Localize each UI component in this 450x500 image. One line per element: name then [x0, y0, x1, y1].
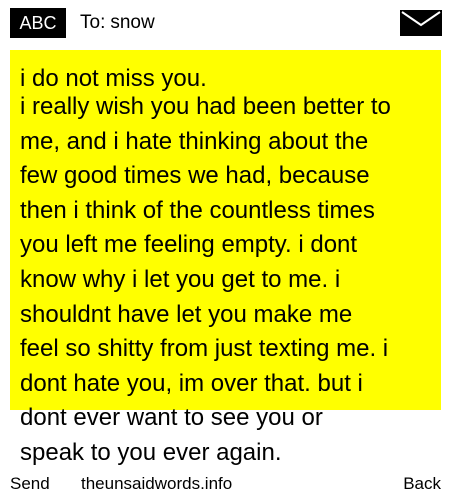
to-label: To: — [80, 12, 106, 33]
message-line: feel so shitty from just texting me. i — [20, 335, 389, 363]
message-line: me, and i hate thinking about the — [20, 127, 369, 155]
input-mode-badge[interactable]: ABC — [10, 8, 66, 38]
envelope-icon — [400, 10, 442, 36]
message-line: dont hate you, im over that. but i — [20, 369, 363, 397]
message-line: shouldnt have let you make me — [20, 300, 353, 328]
recipient-name: snow — [110, 12, 155, 33]
back-button[interactable]: Back — [403, 470, 441, 498]
send-button[interactable]: Send — [10, 470, 50, 498]
recipient-line: To: snow — [80, 9, 155, 37]
softkey-bar: Send theunsaidwords.info Back — [0, 470, 450, 498]
message-line: dont ever want to see you or — [20, 404, 323, 432]
message-line: i really wish you had been better to — [20, 93, 391, 120]
message-body[interactable]: i really wish you had been better to me,… — [20, 90, 435, 471]
header-bar: ABC To: snow — [0, 0, 450, 46]
message-line: know why i let you get to me. i — [20, 265, 341, 293]
message-line: speak to you ever again. — [20, 438, 282, 466]
site-label: theunsaidwords.info — [81, 474, 233, 493]
message-line: then i think of the countless times — [20, 196, 375, 224]
message-line: few good times we had, because — [20, 162, 370, 190]
message-line: you left me feeling empty. i dont — [20, 231, 358, 259]
